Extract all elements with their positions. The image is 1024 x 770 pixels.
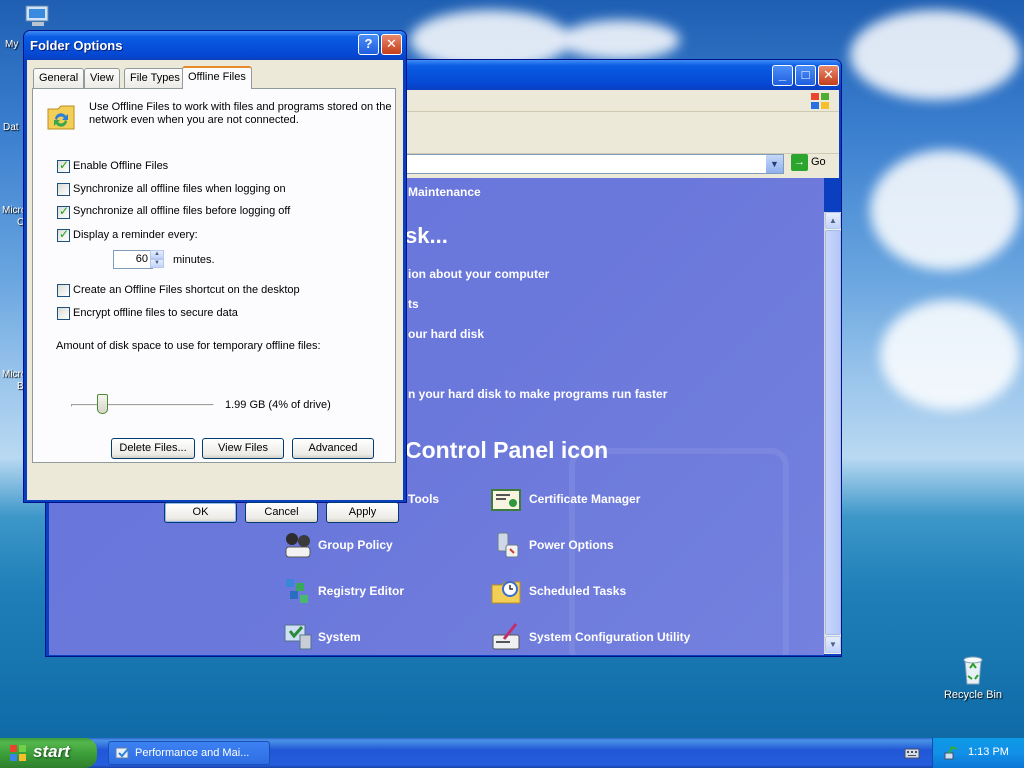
enable-offline-files-label[interactable]: Enable Offline Files bbox=[73, 160, 168, 172]
system-tray: 1:13 PM bbox=[932, 738, 1024, 768]
windows-logo-icon bbox=[809, 91, 831, 111]
minutes-label: minutes. bbox=[173, 254, 215, 266]
my-computer-icon[interactable] bbox=[24, 4, 50, 28]
shortcut-checkbox[interactable] bbox=[57, 284, 70, 297]
chevron-down-icon[interactable]: ▼ bbox=[766, 155, 783, 173]
cloud bbox=[880, 300, 1020, 410]
disk-space-label: Amount of disk space to use for temporar… bbox=[56, 340, 321, 352]
cp-item-admin-tools[interactable]: Tools bbox=[408, 492, 439, 506]
cloud bbox=[850, 10, 1020, 100]
scroll-up-button[interactable]: ▲ bbox=[825, 212, 841, 229]
clock[interactable]: 1:13 PM bbox=[968, 746, 1009, 758]
go-label: Go bbox=[811, 156, 826, 168]
reminder-checkbox[interactable] bbox=[57, 227, 70, 242]
taskbar-item-label: Performance and Mai... bbox=[135, 747, 250, 759]
power-options-icon[interactable] bbox=[490, 529, 522, 561]
reminder-minutes-stepper[interactable]: ▲ ▼ bbox=[150, 250, 164, 269]
offline-files-icon bbox=[45, 101, 77, 133]
description-line-2: network even when you are not connected. bbox=[89, 114, 299, 126]
sync-logon-label[interactable]: Synchronize all offline files when loggi… bbox=[73, 183, 286, 195]
desktop-icon-label: Recycle Bin bbox=[943, 689, 1003, 701]
tab-offline-files[interactable]: Offline Files bbox=[182, 66, 252, 89]
cloud bbox=[870, 150, 1020, 270]
disk-space-slider-thumb[interactable] bbox=[97, 394, 108, 414]
enable-offline-files-checkbox[interactable] bbox=[57, 158, 70, 173]
disk-space-value: 1.99 GB (4% of drive) bbox=[225, 399, 331, 411]
folder-options-dialog[interactable]: Folder Options ? ✕ General View File Typ… bbox=[23, 30, 407, 523]
start-label: start bbox=[33, 742, 70, 761]
control-panel-icon bbox=[115, 746, 131, 762]
minimize-button[interactable]: _ bbox=[772, 65, 793, 86]
group-policy-icon[interactable] bbox=[282, 529, 314, 561]
recycle-bin-icon bbox=[957, 654, 989, 686]
help-button[interactable]: ? bbox=[358, 34, 379, 55]
scheduled-tasks-icon[interactable] bbox=[490, 575, 522, 607]
system-icon[interactable] bbox=[282, 621, 314, 653]
desktop-icon-recycle-bin[interactable]: Recycle Bin bbox=[938, 654, 1008, 701]
sync-logoff-label[interactable]: Synchronize all offline files before log… bbox=[73, 205, 290, 217]
network-icon[interactable] bbox=[943, 745, 959, 761]
registry-editor-icon[interactable] bbox=[282, 575, 314, 607]
keyboard-icon[interactable] bbox=[904, 746, 920, 760]
scroll-thumb[interactable] bbox=[825, 230, 841, 635]
dialog-titlebar[interactable]: Folder Options ? ✕ bbox=[24, 31, 406, 60]
description-line-1: Use Offline Files to work with files and… bbox=[89, 101, 392, 113]
dialog-body: General View File Types Offline Files Us… bbox=[27, 60, 403, 523]
task-link-defrag[interactable]: n your hard disk to make programs run fa… bbox=[408, 387, 667, 401]
dialog-title: Folder Options bbox=[30, 38, 123, 53]
cancel-button[interactable]: Cancel bbox=[245, 502, 318, 523]
desktop-icon-label-dat[interactable]: Dat bbox=[3, 122, 19, 133]
tab-view[interactable]: View bbox=[84, 68, 120, 88]
maximize-button[interactable]: □ bbox=[795, 65, 816, 86]
system-configuration-icon[interactable] bbox=[490, 621, 522, 653]
arrow-right-icon: → bbox=[791, 154, 808, 171]
shortcut-label[interactable]: Create an Offline Files shortcut on the … bbox=[73, 284, 300, 296]
cp-item-system[interactable]: System bbox=[318, 630, 361, 644]
windows-logo-icon bbox=[10, 745, 27, 761]
sync-logoff-checkbox[interactable] bbox=[57, 204, 70, 219]
cp-item-power-options[interactable]: Power Options bbox=[529, 538, 614, 552]
task-link-backup[interactable]: ts bbox=[408, 297, 419, 311]
desktop-icon-label-my[interactable]: My bbox=[5, 39, 18, 50]
delete-files-button[interactable]: Delete Files... bbox=[111, 438, 195, 459]
close-button[interactable]: ✕ bbox=[818, 65, 839, 86]
cp-item-system-configuration-utility[interactable]: System Configuration Utility bbox=[529, 630, 690, 644]
pick-icon-heading: Control Panel icon bbox=[405, 437, 609, 463]
encrypt-label[interactable]: Encrypt offline files to secure data bbox=[73, 307, 238, 319]
ok-button[interactable]: OK bbox=[164, 502, 237, 523]
apply-button[interactable]: Apply bbox=[326, 502, 399, 523]
scroll-down-button[interactable]: ▼ bbox=[825, 636, 841, 653]
chevron-up-icon[interactable]: ▲ bbox=[150, 250, 164, 259]
encrypt-checkbox[interactable] bbox=[57, 307, 70, 320]
reminder-label[interactable]: Display a reminder every: bbox=[73, 229, 198, 241]
cp-item-group-policy[interactable]: Group Policy bbox=[318, 538, 393, 552]
cp-item-scheduled-tasks[interactable]: Scheduled Tasks bbox=[529, 584, 626, 598]
tab-general[interactable]: General bbox=[33, 68, 85, 88]
chevron-down-icon[interactable]: ▼ bbox=[150, 259, 164, 268]
breadcrumb: Maintenance bbox=[408, 185, 481, 199]
reminder-minutes-input[interactable]: 60 bbox=[113, 250, 153, 269]
taskbar-item-performance[interactable]: Performance and Mai... bbox=[108, 741, 270, 765]
go-button[interactable]: → Go bbox=[791, 154, 836, 174]
sync-logon-checkbox[interactable] bbox=[57, 183, 70, 196]
advanced-button[interactable]: Advanced bbox=[292, 438, 374, 459]
disk-space-slider-track[interactable] bbox=[71, 404, 214, 407]
tab-file-types[interactable]: File Types bbox=[124, 68, 186, 88]
task-link-info[interactable]: ion about your computer bbox=[408, 267, 549, 281]
vertical-scrollbar[interactable]: ▲ ▼ bbox=[824, 212, 841, 654]
cp-item-registry-editor[interactable]: Registry Editor bbox=[318, 584, 404, 598]
task-link-free-space[interactable]: our hard disk bbox=[408, 327, 484, 341]
certificate-icon[interactable] bbox=[490, 484, 522, 516]
pick-task-heading: sk... bbox=[405, 223, 448, 248]
cloud bbox=[560, 20, 680, 60]
cp-item-certificate-manager[interactable]: Certificate Manager bbox=[529, 492, 640, 506]
view-files-button[interactable]: View Files bbox=[202, 438, 284, 459]
start-button[interactable]: start bbox=[0, 738, 97, 768]
taskbar: start Performance and Mai... 1:13 PM bbox=[0, 738, 1024, 768]
close-button[interactable]: ✕ bbox=[381, 34, 402, 55]
